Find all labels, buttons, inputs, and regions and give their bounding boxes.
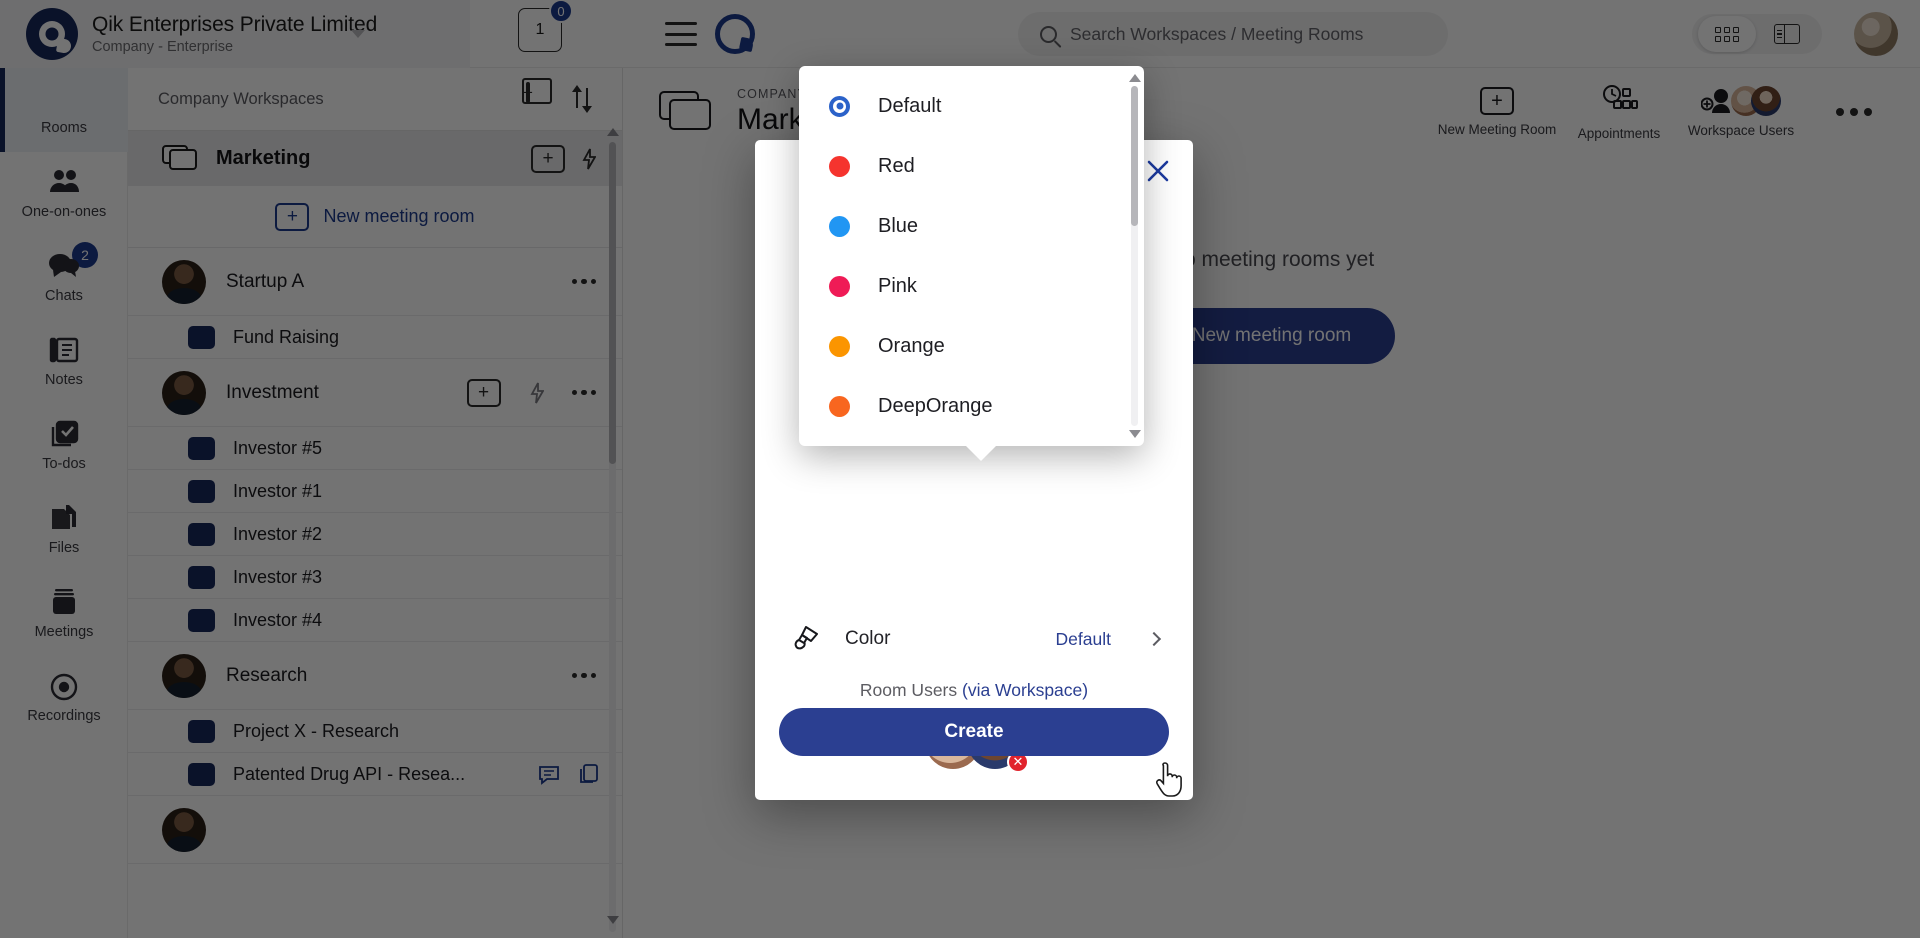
room-users-title: Room Users (via Workspace) <box>755 680 1193 701</box>
room-users-label: Room Users <box>859 680 962 700</box>
app-root: Qik Enterprises Private Limited Company … <box>0 0 1920 938</box>
color-option-label: DeepOrange <box>878 394 993 417</box>
color-option-orange[interactable]: Orange <box>799 316 1118 376</box>
color-value: Default <box>1055 628 1111 649</box>
scroll-up-icon[interactable] <box>1129 74 1141 82</box>
color-dropdown: Default Red Blue Pink Orange DeepOrange <box>799 66 1144 461</box>
color-swatch-deeporange <box>829 395 850 417</box>
color-option-label: Default <box>878 94 942 117</box>
dropdown-scrollbar-thumb[interactable] <box>1131 86 1138 226</box>
color-setting-row[interactable]: Color Default <box>755 612 1193 666</box>
color-option-label: Pink <box>878 274 917 297</box>
color-swatch-blue <box>829 215 850 237</box>
color-label: Color <box>845 628 891 649</box>
color-option-default[interactable]: Default <box>799 76 1118 136</box>
color-option-label: Blue <box>878 214 919 237</box>
color-option-label: Red <box>878 154 915 177</box>
scroll-down-icon[interactable] <box>1129 430 1141 438</box>
mouse-cursor <box>1155 760 1189 805</box>
create-button[interactable]: Create <box>779 708 1169 756</box>
color-option-red[interactable]: Red <box>799 136 1118 196</box>
radio-selected-icon <box>829 95 850 117</box>
chevron-right-icon[interactable] <box>1146 631 1162 647</box>
room-users-link[interactable]: (via Workspace) <box>962 680 1088 700</box>
color-option-pink[interactable]: Pink <box>799 256 1118 316</box>
color-option-label: Orange <box>878 334 945 357</box>
paint-brush-icon <box>789 623 821 655</box>
color-option-blue[interactable]: Blue <box>799 196 1118 256</box>
color-swatch-pink <box>829 275 850 297</box>
color-option-list: Default Red Blue Pink Orange DeepOrange <box>799 66 1118 446</box>
color-swatch-orange <box>829 335 850 357</box>
color-swatch-red <box>829 155 850 177</box>
color-option-deeporange[interactable]: DeepOrange <box>799 376 1118 436</box>
close-icon[interactable] <box>1141 154 1175 188</box>
